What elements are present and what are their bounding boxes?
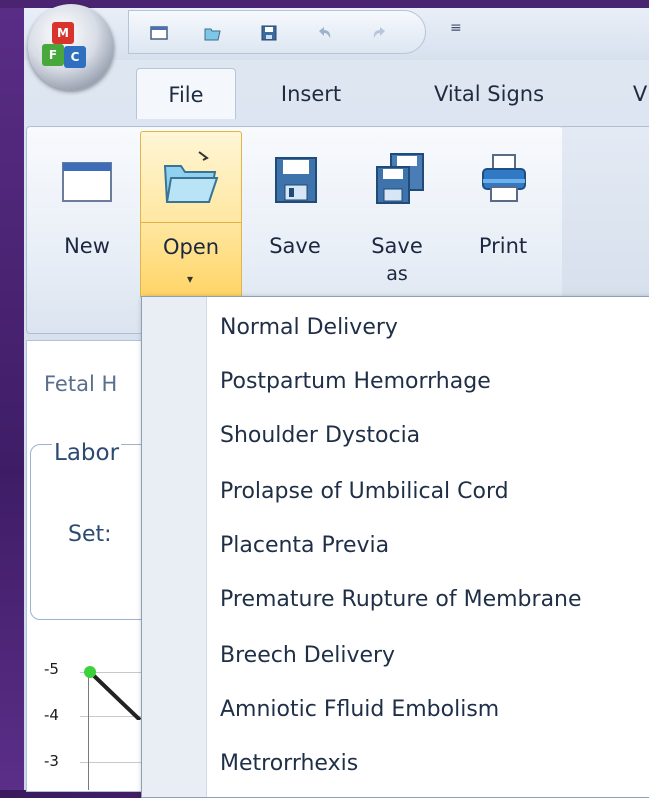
menu-item-normal-delivery[interactable]: Normal Delivery	[220, 313, 649, 343]
save-as-label-line1: Save	[371, 234, 423, 258]
ribbon-tabs: File Insert Vital Signs V	[24, 60, 649, 122]
undo-icon[interactable]	[315, 23, 335, 43]
print-label: Print	[478, 234, 528, 258]
print-button[interactable]: Print	[453, 131, 553, 297]
axis-tick-label: -3	[44, 752, 59, 770]
save-icon[interactable]	[259, 23, 279, 43]
grid-line	[80, 762, 150, 763]
menu-icon-gutter	[142, 297, 207, 797]
new-label: New	[64, 234, 110, 258]
save-button[interactable]: Save	[245, 131, 345, 297]
window-icon[interactable]	[149, 23, 169, 43]
axis-tick-label: -5	[44, 660, 59, 678]
save-as-button[interactable]: Save as	[347, 131, 447, 297]
open-dropdown-menu: Normal Delivery Postpartum Hemorrhage Sh…	[141, 296, 649, 798]
save-as-label-line2: as	[386, 263, 408, 285]
save-label: Save	[269, 234, 321, 258]
logo-cube-f: F	[42, 44, 64, 66]
labor-groupbox-title: Labor	[52, 440, 122, 466]
printer-icon	[482, 154, 526, 202]
open-folder-icon[interactable]	[203, 23, 223, 43]
chart-trace	[84, 666, 142, 720]
new-window-icon	[62, 162, 112, 202]
app-menu-button[interactable]: M F C	[28, 4, 114, 90]
menu-item-shoulder-dystocia[interactable]: Shoulder Dystocia	[220, 421, 649, 451]
menu-item-prolapse-umbilical-cord[interactable]: Prolapse of Umbilical Cord	[220, 477, 649, 507]
new-button[interactable]: New	[37, 131, 137, 297]
tab-insert[interactable]: Insert	[256, 68, 366, 118]
desktop-background	[0, 0, 24, 790]
fetal-heart-title: Fetal H	[44, 372, 118, 396]
menu-item-breech-delivery[interactable]: Breech Delivery	[220, 641, 649, 671]
menu-item-postpartum-hemorrhage[interactable]: Postpartum Hemorrhage	[220, 367, 649, 397]
redo-icon[interactable]	[369, 23, 389, 43]
tab-vital-signs[interactable]: Vital Signs	[404, 68, 574, 118]
quick-access-toolbar	[128, 10, 426, 54]
save-as-icon	[376, 153, 424, 204]
split-separator	[141, 222, 241, 223]
desktop-background-top	[0, 0, 649, 8]
open-button[interactable]: Open ▾	[140, 131, 242, 299]
logo-cube-m: M	[52, 22, 74, 44]
open-label: Open	[162, 235, 220, 259]
open-folder-icon	[163, 151, 219, 203]
tab-next[interactable]: V	[620, 68, 649, 118]
menu-item-amniotic-fluid-embolism[interactable]: Amniotic Ffluid Embolism	[220, 695, 649, 725]
customize-toolbar-icon[interactable]: ≡	[450, 20, 462, 36]
logo-cube-c: C	[64, 46, 86, 68]
menu-item-placenta-previa[interactable]: Placenta Previa	[220, 531, 649, 561]
tab-file[interactable]: File	[136, 68, 236, 119]
save-icon	[275, 157, 317, 203]
chart-point	[84, 666, 96, 678]
axis-tick-label: -4	[44, 706, 59, 724]
menu-item-metrorrhexis[interactable]: Metrorrhexis	[220, 749, 649, 779]
set-label: Set:	[68, 522, 112, 547]
menu-item-premature-rupture-membrane[interactable]: Premature Rupture of Membrane	[220, 585, 649, 615]
open-dropdown-arrow-icon[interactable]: ▾	[187, 272, 193, 286]
